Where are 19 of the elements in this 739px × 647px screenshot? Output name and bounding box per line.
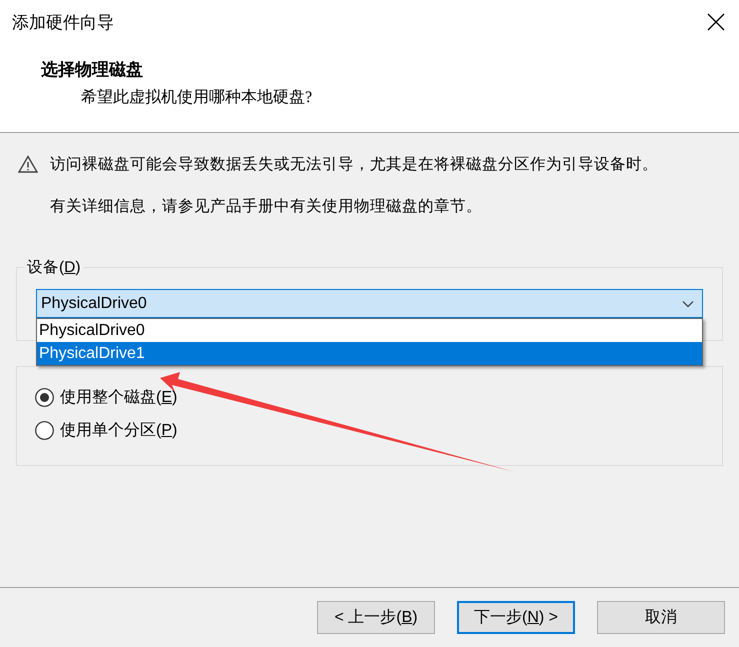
dropdown-value: PhysicalDrive0 <box>41 294 147 312</box>
info-text: 有关详细信息，请参见产品手册中有关使用物理磁盘的章节。 <box>50 197 483 217</box>
page-subtitle: 希望此虚拟机使用哪种本地硬盘? <box>81 88 314 108</box>
window-title: 添加硬件向导 <box>12 12 114 34</box>
radio-label[interactable]: 使用单个分区(P) <box>60 420 178 441</box>
back-button[interactable]: < 上一步(B) <box>317 601 435 634</box>
next-button[interactable]: 下一步(N) > <box>457 601 575 634</box>
radio-button[interactable] <box>35 388 54 407</box>
radio-button[interactable] <box>35 421 54 440</box>
radio-label[interactable]: 使用整个磁盘(E) <box>60 387 178 408</box>
warning-text: 访问裸磁盘可能会导致数据丢失或无法引导，尤其是在将裸磁盘分区作为引导设备时。 <box>50 155 659 175</box>
group-label: 设备(D) <box>25 257 83 278</box>
cancel-button[interactable]: 取消 <box>597 601 725 634</box>
close-icon[interactable] <box>707 13 725 31</box>
dropdown-option[interactable]: PhysicalDrive0 <box>37 319 702 342</box>
dropdown-option[interactable]: PhysicalDrive1 <box>37 342 702 365</box>
page-heading: 选择物理磁盘 <box>41 59 144 81</box>
warning-icon <box>18 155 38 173</box>
chevron-down-icon <box>682 300 694 308</box>
